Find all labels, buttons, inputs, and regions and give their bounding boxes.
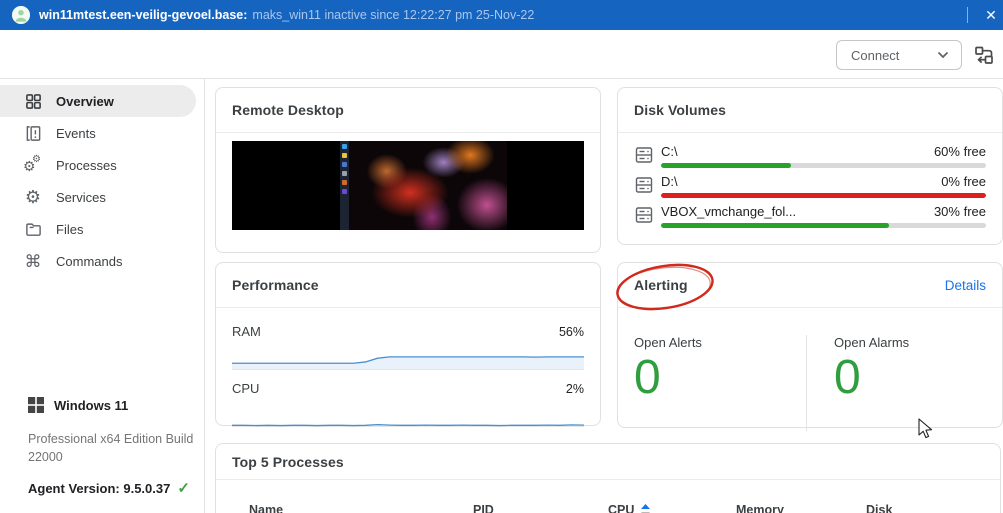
- alerting-card: Alerting Details Open Alerts 0 Open Alar…: [617, 262, 1003, 431]
- sidebar-item-processes[interactable]: ⚙ ⚙ Processes: [0, 149, 204, 181]
- card-title: Alerting: [634, 277, 688, 293]
- sidebar-item-overview[interactable]: Overview: [0, 85, 196, 117]
- os-info: Windows 11 Professional x64 Edition Buil…: [0, 397, 204, 497]
- sidebar-item-label: Files: [56, 221, 84, 237]
- sidebar-item-label: Processes: [56, 157, 117, 173]
- titlebar-divider: [967, 7, 968, 23]
- sidebar-item-files[interactable]: Files: [0, 213, 204, 245]
- os-name: Windows 11: [54, 397, 129, 413]
- alerting-details-link[interactable]: Details: [945, 278, 986, 293]
- disk-drive-icon: [635, 147, 653, 163]
- gear-icon: ⚙: [24, 187, 42, 207]
- cpu-value: 2%: [565, 382, 584, 396]
- sidebar-item-label: Services: [56, 189, 106, 205]
- card-title: Top 5 Processes: [232, 453, 344, 470]
- device-name: win11mtest.een-veilig-gevoel.base:: [39, 8, 248, 22]
- column-name[interactable]: Name: [249, 503, 283, 513]
- titlebar: win11mtest.een-veilig-gevoel.base: maks_…: [0, 0, 1003, 30]
- volume-usage-bar: [661, 163, 986, 168]
- performance-card: Performance RAM 56% CPU 2%: [215, 262, 601, 426]
- ram-sparkline-chart: [232, 346, 584, 370]
- grid-icon: [23, 91, 43, 111]
- disk-volume-row: VBOX_vmchange_fol... 30% free: [634, 204, 986, 228]
- remote-desktop-card: Remote Desktop: [215, 87, 601, 253]
- cpu-sparkline-chart: [232, 403, 584, 427]
- desktop-screenshot: [340, 141, 507, 230]
- device-status-text: maks_win11 inactive since 12:22:27 pm 25…: [252, 8, 535, 22]
- sidebar-item-events[interactable]: Events: [0, 117, 204, 149]
- volume-free-label: 60% free: [933, 144, 986, 159]
- open-alerts-label: Open Alerts: [634, 335, 702, 350]
- sort-icon: [641, 503, 651, 513]
- sidebar-item-label: Commands: [56, 253, 123, 269]
- windows-logo-icon: [28, 397, 44, 413]
- sidebar-nav: Overview Events ⚙ ⚙ Processes ⚙ Services…: [0, 79, 204, 277]
- close-icon[interactable]: ✕: [980, 4, 1002, 26]
- remote-desktop-thumbnail[interactable]: [232, 141, 584, 230]
- ram-value: 56%: [558, 325, 584, 339]
- card-title: Disk Volumes: [634, 102, 726, 118]
- open-alerts-count: 0: [634, 351, 661, 404]
- cpu-label: CPU: [232, 381, 260, 396]
- disk-drive-icon: [635, 207, 653, 223]
- top-processes-card: Top 5 Processes Name PID CPU Memory Disk: [215, 443, 1001, 513]
- connect-label: Connect: [851, 47, 900, 63]
- volume-free-label: 30% free: [933, 204, 986, 219]
- column-memory[interactable]: Memory: [736, 503, 784, 513]
- agent-version: Agent Version: 9.5.0.37: [28, 480, 171, 496]
- card-title: Remote Desktop: [232, 102, 344, 118]
- event-log-icon: [23, 123, 43, 143]
- sidebar: Overview Events ⚙ ⚙ Processes ⚙ Services…: [0, 79, 205, 513]
- volume-name: D:\: [661, 174, 678, 189]
- open-alarms-count: 0: [834, 351, 861, 404]
- disk-volume-row: C:\ 60% free: [634, 144, 986, 168]
- volume-name: VBOX_vmchange_fol...: [661, 204, 797, 219]
- toolbar: Connect: [0, 30, 1003, 79]
- gears-icon: ⚙ ⚙: [23, 154, 41, 174]
- sidebar-item-commands[interactable]: ⌘ Commands: [0, 245, 204, 277]
- volume-usage-bar: [661, 193, 986, 198]
- sidebar-item-services[interactable]: ⚙ Services: [0, 181, 204, 213]
- disk-volume-row: D:\ 0% free: [634, 174, 986, 198]
- thumbnail-taskbar: [340, 141, 349, 230]
- ram-label: RAM: [232, 324, 261, 339]
- column-pid[interactable]: PID: [473, 503, 494, 513]
- command-icon: ⌘: [24, 251, 42, 271]
- sidebar-item-label: Overview: [56, 93, 114, 109]
- volume-usage-bar: [661, 223, 986, 228]
- sidebar-item-label: Events: [56, 125, 96, 141]
- disk-drive-icon: [635, 177, 653, 193]
- column-disk[interactable]: Disk: [866, 503, 892, 513]
- device-summary-window: win11mtest.een-veilig-gevoel.base: maks_…: [0, 0, 1003, 513]
- volume-name: C:\: [661, 144, 678, 159]
- remote-takeover-icon[interactable]: [972, 43, 996, 67]
- column-cpu[interactable]: CPU: [608, 503, 651, 513]
- os-edition: Professional x64 Edition Build 22000: [28, 432, 194, 464]
- card-title: Performance: [232, 277, 319, 293]
- process-table-header: Name PID CPU Memory Disk: [216, 503, 1000, 513]
- chevron-down-icon: [937, 51, 949, 59]
- folder-icon: [23, 219, 43, 239]
- open-alarms-label: Open Alarms: [834, 335, 910, 350]
- connect-dropdown[interactable]: Connect: [836, 40, 962, 70]
- device-avatar-icon: [12, 6, 30, 24]
- check-icon: ✓: [177, 480, 190, 497]
- disk-volumes-card: Disk Volumes C:\ 60% free D:\ 0% free VB…: [617, 87, 1003, 245]
- volume-free-label: 0% free: [941, 174, 986, 189]
